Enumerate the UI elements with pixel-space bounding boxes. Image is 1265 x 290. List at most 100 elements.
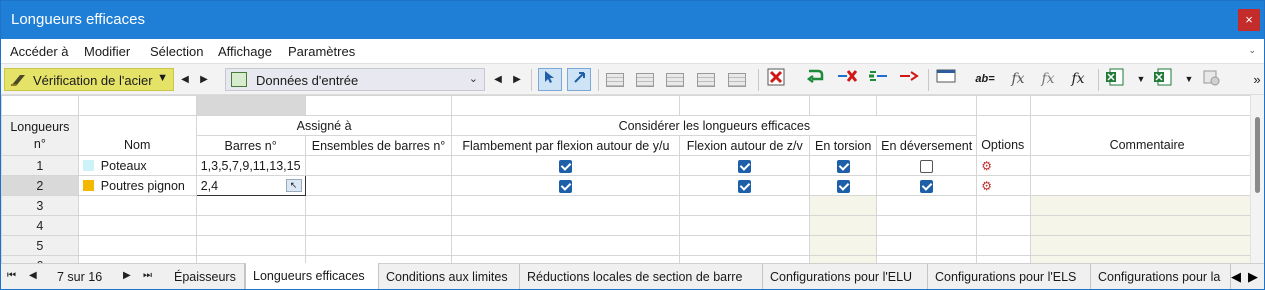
vertical-scrollbar[interactable] — [1250, 95, 1264, 263]
next-table-button[interactable]: ▶ — [508, 68, 526, 91]
module-select[interactable]: Vérification de l'acier ▼ — [4, 68, 174, 91]
member-sets-cell[interactable] — [304, 255, 453, 263]
print-settings-button[interactable] — [1199, 68, 1223, 91]
export-excel-button[interactable] — [1103, 68, 1127, 91]
name-cell[interactable] — [77, 235, 197, 256]
row-number[interactable]: 2 — [1, 175, 79, 196]
comment-cell[interactable] — [1030, 195, 1264, 216]
column-header-comment[interactable]: Commentaire — [1030, 135, 1264, 156]
flexural-zv-cell[interactable] — [679, 175, 811, 196]
column-header-flexural-yu[interactable]: Flambement par flexion autour de y/u — [451, 135, 681, 156]
flexural-zv-cell[interactable] — [679, 255, 811, 263]
table-row[interactable]: 4 — [1, 215, 1264, 236]
members-cell[interactable] — [195, 195, 306, 216]
lateral-cell[interactable] — [876, 175, 978, 196]
member-sets-cell[interactable] — [304, 175, 453, 196]
tab-scroll-left-button[interactable]: ◀ — [1231, 269, 1241, 285]
row-number[interactable]: 3 — [1, 195, 79, 216]
import-button[interactable] — [804, 68, 828, 91]
delete-row-button[interactable] — [835, 68, 859, 91]
members-edit-cell[interactable]: 2,4 ↖ — [195, 175, 306, 196]
flexural-yu-cell[interactable] — [451, 175, 681, 196]
name-cell[interactable]: Poutres pignon — [77, 175, 197, 196]
flexural-yu-cell[interactable] — [451, 255, 681, 263]
checkbox-checked[interactable] — [559, 159, 573, 173]
column-header-members[interactable]: Barres n° — [195, 135, 306, 156]
delete-all-button[interactable] — [764, 68, 788, 91]
lateral-cell[interactable] — [876, 155, 978, 176]
comment-cell[interactable] — [1030, 235, 1264, 256]
table-row[interactable]: 3 — [1, 195, 1264, 216]
flexural-yu-cell[interactable] — [451, 215, 681, 236]
menu-selection[interactable]: Sélection — [150, 44, 203, 59]
previous-table-button[interactable]: ◀ — [489, 68, 507, 91]
column-header-member-sets[interactable]: Ensembles de barres n° — [304, 135, 453, 156]
chevron-down-icon[interactable]: ▼ — [1129, 68, 1153, 91]
member-sets-cell[interactable] — [304, 155, 453, 176]
flexural-yu-cell[interactable] — [451, 155, 681, 176]
flexural-zv-cell[interactable] — [679, 195, 811, 216]
member-sets-cell[interactable] — [304, 215, 453, 236]
checkbox-checked[interactable] — [738, 159, 752, 173]
checkbox-checked[interactable] — [836, 179, 850, 193]
insert-row-button[interactable] — [633, 68, 657, 91]
options-icon[interactable]: ⚙ — [981, 159, 992, 173]
member-sets-cell[interactable] — [304, 235, 453, 256]
lateral-cell[interactable] — [876, 255, 978, 263]
comment-cell[interactable] — [1030, 175, 1264, 196]
import-excel-button[interactable] — [1151, 68, 1175, 91]
pick-in-graphic-button[interactable] — [567, 68, 591, 91]
comment-cell[interactable] — [1030, 215, 1264, 236]
menu-go-to[interactable]: Accéder à — [10, 44, 69, 59]
table-row[interactable]: 2 Poutres pignon 2,4 ↖ ⚙ — [1, 175, 1264, 196]
value-format-button[interactable]: ab= — [973, 68, 997, 91]
column-header-flexural-zv[interactable]: Flexion autour de z/v — [679, 135, 811, 156]
checkbox-checked[interactable] — [559, 179, 573, 193]
members-cell[interactable] — [195, 235, 306, 256]
move-left-button[interactable] — [866, 68, 890, 91]
row-number[interactable]: 4 — [1, 215, 79, 236]
options-cell[interactable] — [976, 195, 1032, 216]
options-cell[interactable]: ⚙ — [976, 155, 1032, 176]
flexural-zv-cell[interactable] — [679, 215, 811, 236]
table-settings-button[interactable] — [725, 68, 749, 91]
row-number[interactable]: 1 — [1, 155, 79, 176]
lateral-cell[interactable] — [876, 215, 978, 236]
next-module-button[interactable]: ▶ — [195, 68, 213, 91]
tab-scroll-right-button[interactable]: ▶ — [1248, 269, 1258, 285]
tab-boundary-conditions[interactable]: Conditions aux limites — [379, 264, 520, 289]
table-row[interactable]: 6 — [1, 255, 1264, 263]
torsion-cell[interactable] — [809, 155, 878, 176]
lateral-cell[interactable] — [876, 235, 978, 256]
menu-edit[interactable]: Modifier — [84, 44, 130, 59]
checkbox-checked[interactable] — [920, 179, 934, 193]
add-row-button[interactable] — [663, 68, 687, 91]
members-input[interactable]: 2,4 — [201, 179, 218, 193]
table-grid-button[interactable] — [603, 68, 627, 91]
toolbar-overflow-button[interactable]: » — [1245, 68, 1264, 91]
members-cell[interactable]: 1,3,5,7,9,11,13,15 — [195, 155, 306, 176]
menu-view[interactable]: Affichage — [218, 44, 272, 59]
name-cell[interactable] — [77, 215, 197, 236]
menu-settings[interactable]: Paramètres — [288, 44, 355, 59]
previous-page-button[interactable]: ◀ — [29, 270, 37, 281]
tab-more-configurations[interactable]: Configurations pour la — [1091, 264, 1231, 289]
members-cell[interactable] — [195, 215, 306, 236]
tab-thicknesses[interactable]: Épaisseurs — [167, 264, 245, 289]
columns-button[interactable] — [934, 68, 958, 91]
close-button[interactable]: × — [1238, 9, 1260, 31]
flexural-zv-cell[interactable] — [679, 155, 811, 176]
formula-view-button[interactable]: fx — [1066, 68, 1090, 91]
scrollbar-thumb[interactable] — [1255, 117, 1260, 193]
comment-cell[interactable] — [1030, 155, 1264, 176]
select-in-graphic-button[interactable] — [538, 68, 562, 91]
flexural-yu-cell[interactable] — [451, 195, 681, 216]
first-page-button[interactable]: ⏮ — [7, 270, 16, 281]
formula-button[interactable]: fx — [1006, 68, 1030, 91]
name-cell[interactable] — [77, 195, 197, 216]
column-header-options[interactable]: Options — [976, 135, 1032, 156]
move-right-button[interactable] — [897, 68, 921, 91]
tab-sls-configurations[interactable]: Configurations pour l'ELS — [928, 264, 1091, 289]
tab-effective-lengths[interactable]: Longueurs efficaces — [245, 263, 379, 289]
flexural-zv-cell[interactable] — [679, 235, 811, 256]
